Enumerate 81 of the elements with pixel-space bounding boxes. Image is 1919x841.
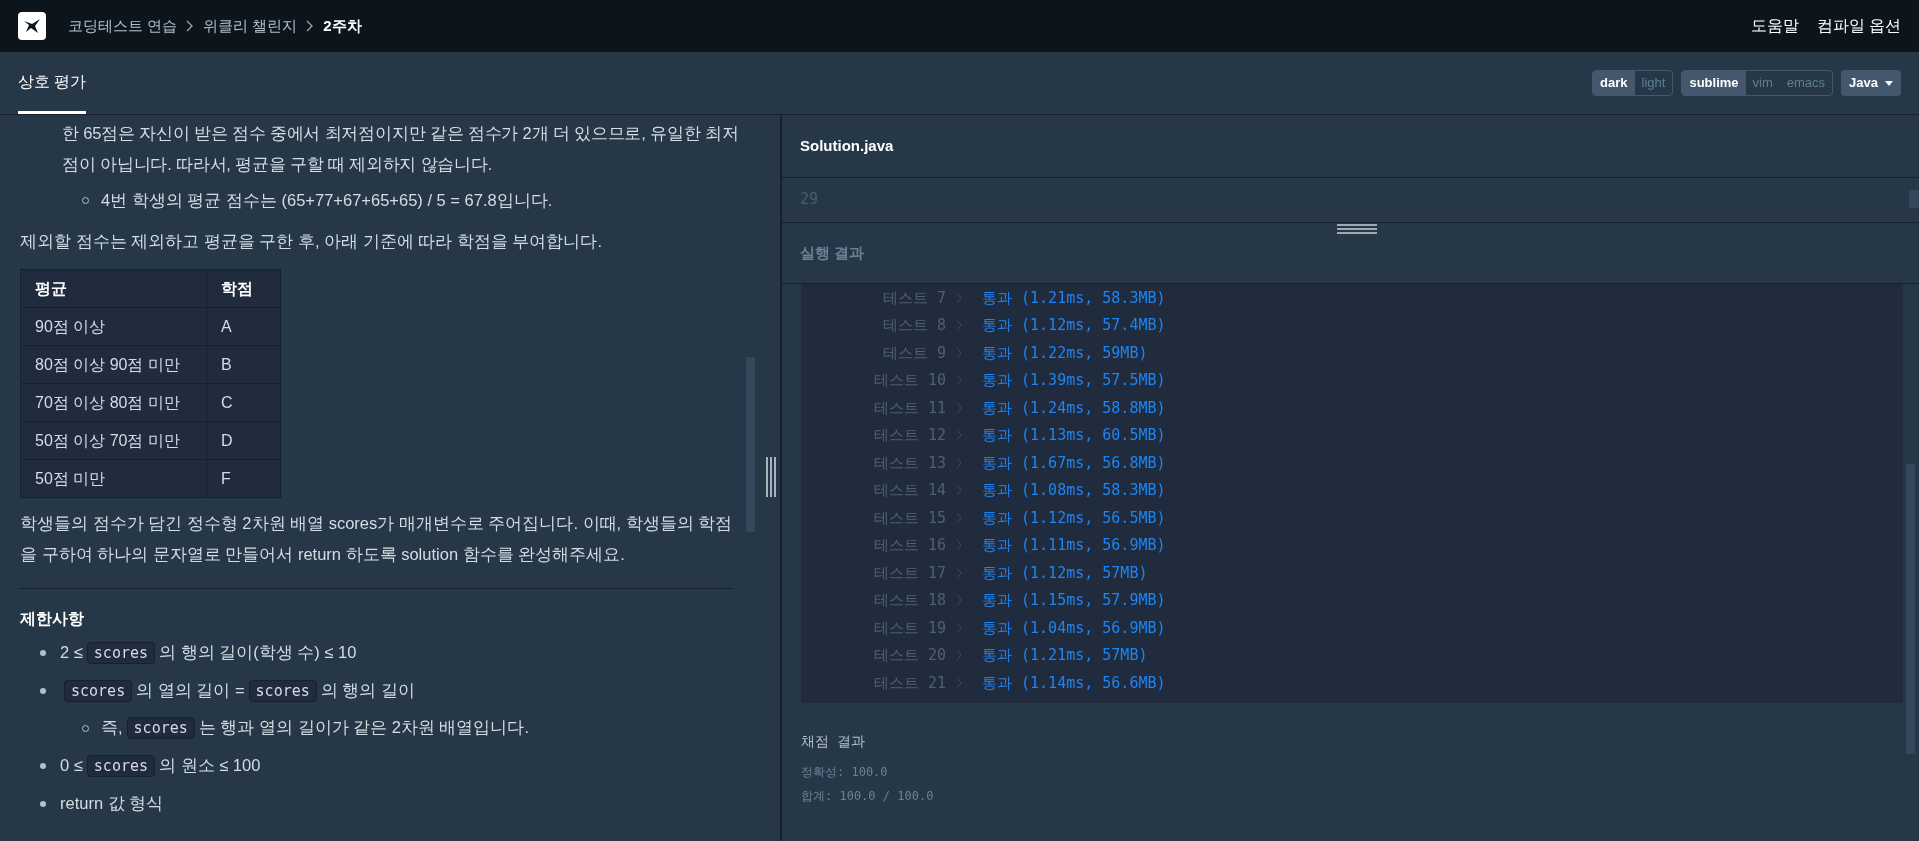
chevron-right-icon (956, 594, 962, 607)
test-result: 통과 (1.67ms, 56.8MB) (982, 452, 1166, 474)
code-snippet: scores (248, 680, 317, 702)
panel-title: 실행 결과 (800, 242, 865, 263)
chevron-right-icon (956, 401, 962, 414)
table-cell: C (206, 383, 281, 422)
chevron-right-icon (956, 676, 962, 689)
test-result: 통과 (1.12ms, 56.5MB) (982, 507, 1166, 529)
resize-handle-icon[interactable] (766, 457, 776, 497)
caret-down-icon (1885, 80, 1893, 86)
chevron-right-icon (956, 346, 962, 359)
test-result: 통과 (1.15ms, 57.9MB) (982, 590, 1166, 611)
table-cell: 90점 이상 (20, 307, 207, 346)
logo-icon[interactable] (18, 12, 46, 40)
section-heading: 제한사항 (20, 609, 85, 629)
table-cell: 70점 이상 80점 미만 (20, 383, 207, 422)
grading-title: 채점 결과 (801, 731, 867, 751)
test-result: 통과 (1.12ms, 57MB) (982, 562, 1148, 584)
test-result: 통과 (1.24ms, 58.8MB) (982, 397, 1166, 419)
bullet-icon (40, 650, 46, 656)
grading-line: 정확성: 100.0 (801, 763, 889, 781)
toggle-option[interactable]: dark (1593, 71, 1635, 95)
paragraph: 한 65점은 자신이 받은 점수 중에서 최저점이지만 같은 점수가 2개 더 있으므로, 유일한 최저점이 아닙니다. 따라서, 평균을 구할 때 제외하지 않습니다. (61, 123, 740, 175)
chevron-right-icon (956, 484, 962, 497)
list-item: return 값 형식 (60, 793, 164, 814)
test-result: 통과 (1.11ms, 56.9MB) (982, 535, 1166, 556)
table-cell: F (206, 459, 281, 498)
code-snippet: scores (64, 680, 133, 702)
test-result: 통과 (1.13ms, 60.5MB) (982, 425, 1166, 446)
header-link[interactable]: 도움말 (1750, 14, 1799, 38)
test-result: 통과 (1.21ms, 57MB) (982, 645, 1148, 666)
bullet-icon (40, 763, 46, 769)
test-result: 통과 (1.14ms, 56.6MB) (982, 672, 1166, 694)
table-cell: 50점 미만 (20, 459, 207, 498)
list-item: scores 의 열의 길이 = scores 의 행의 길이 (60, 675, 415, 707)
test-result: 통과 (1.21ms, 58.3MB) (982, 287, 1166, 309)
table-header: 학점 (206, 269, 281, 308)
file-name: Solution.java (800, 135, 894, 156)
chevron-right-icon (956, 374, 962, 387)
table-cell: B (206, 345, 281, 384)
chevron-right-icon (306, 20, 315, 32)
test-result: 통과 (1.22ms, 59MB) (982, 342, 1148, 364)
list-item: 4번 학생의 평균 점수는 (65+77+67+65+65) / 5 = 67.8입니다. (101, 190, 553, 211)
chevron-right-icon (956, 319, 962, 332)
language-dropdown[interactable]: Java (1841, 70, 1901, 96)
chevron-right-icon (956, 649, 962, 662)
table-header: 평균 (20, 269, 207, 308)
chevron-right-icon (956, 621, 962, 634)
table-cell: 80점 이상 90점 미만 (20, 345, 207, 384)
breadcrumb-link[interactable]: 위클리 챌린지 (203, 14, 298, 38)
paragraph: 제외할 점수는 제외하고 평균을 구한 후, 아래 기준에 따라 학점을 부여합니다. (20, 231, 603, 252)
test-result: 통과 (1.39ms, 57.5MB) (982, 370, 1166, 391)
list-item: 0 ≤ scores 의 원소 ≤ 100 (60, 754, 261, 779)
list-item: 2 ≤ scores 의 행의 길이(학생 수) ≤ 10 (60, 641, 357, 666)
test-result: 통과 (1.12ms, 57.4MB) (982, 315, 1166, 336)
list-item: 즉, scores 는 행과 열의 길이가 같은 2차원 배열입니다. (101, 716, 530, 741)
table-cell: D (206, 421, 281, 460)
drag-handle-icon[interactable] (1337, 223, 1377, 235)
paragraph: 학생들의 점수가 담긴 정수형 2차원 배열 scores가 매개변수로 주어집니다. 이때, 학생들의 학점을 구하여 하나의 문자열로 만들어서 return 하도록 solution 함수를 완성해주세요. (20, 513, 734, 565)
breadcrumb-link[interactable]: 코딩테스트 연습 (68, 14, 178, 38)
bullet-icon (40, 688, 46, 694)
code-snippet: scores (86, 642, 155, 664)
code-snippet: scores (126, 717, 195, 739)
chevron-right-icon (956, 429, 962, 442)
bullet-icon (40, 800, 46, 807)
tab[interactable]: 상호 평가 (18, 52, 87, 114)
test-result: 통과 (1.04ms, 56.9MB) (982, 617, 1166, 639)
test-result: 통과 (1.08ms, 58.3MB) (982, 480, 1166, 501)
chevron-right-icon (956, 539, 962, 552)
code-snippet: scores (86, 755, 155, 777)
grading-line: 합계: 100.0 / 100.0 (801, 787, 935, 805)
chevron-right-icon (956, 291, 962, 304)
toggle-option[interactable]: sublime (1682, 71, 1746, 95)
chevron-right-icon (186, 20, 195, 32)
table-cell: 50점 이상 70점 미만 (20, 421, 207, 460)
header-link[interactable]: 컴파일 옵션 (1816, 14, 1901, 38)
chevron-right-icon (956, 566, 962, 579)
breadcrumb-link[interactable]: 2주차 (323, 14, 362, 38)
table-cell: A (206, 307, 281, 346)
chevron-right-icon (956, 456, 962, 469)
chevron-right-icon (956, 511, 962, 524)
